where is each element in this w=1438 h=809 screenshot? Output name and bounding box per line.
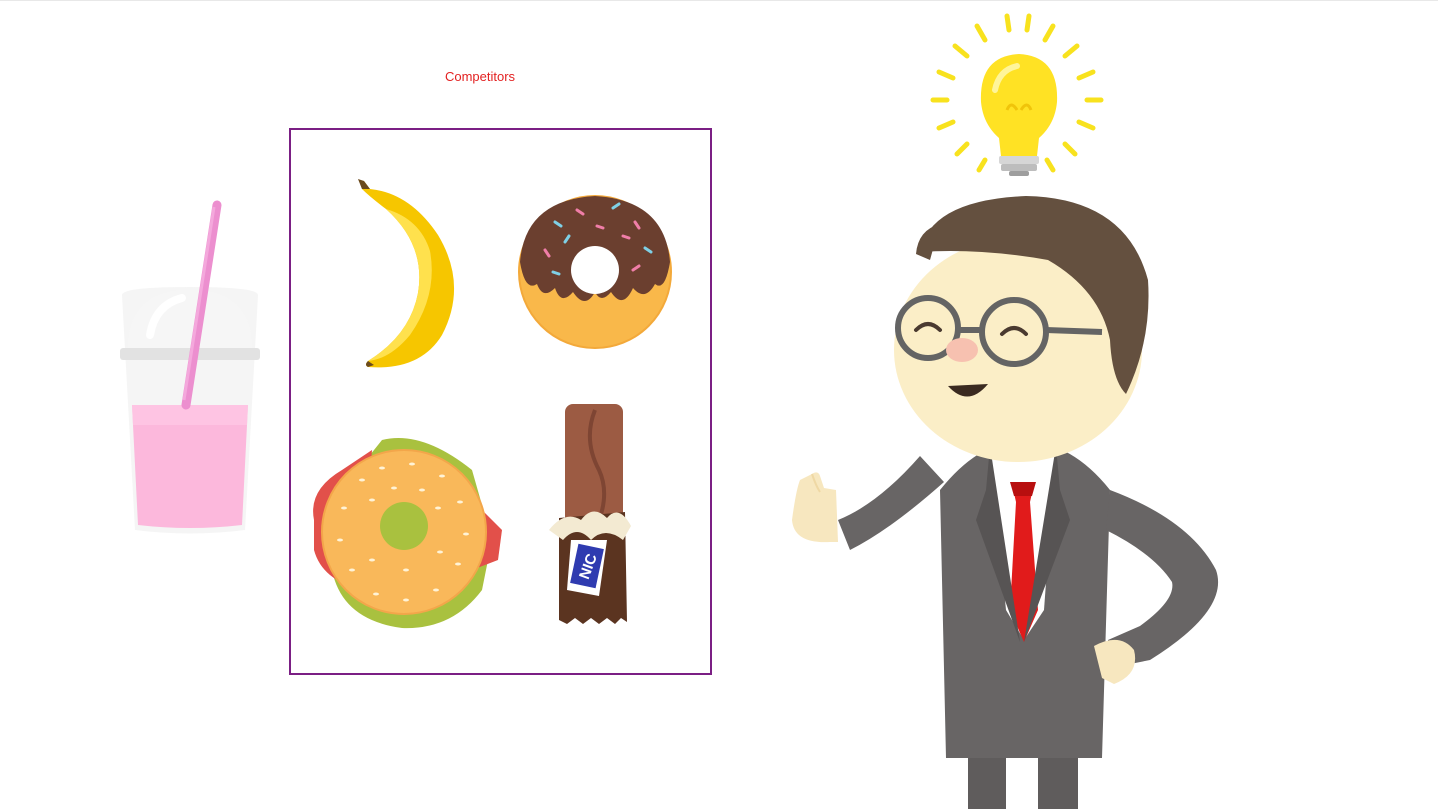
smoothie-cup-icon xyxy=(120,200,260,534)
businessman-illustration xyxy=(792,196,1219,809)
lightbulb-icon xyxy=(930,13,1104,176)
competitors-label: Competitors xyxy=(444,69,516,84)
top-divider xyxy=(0,0,1438,1)
banana-icon xyxy=(358,179,455,368)
donut-icon xyxy=(518,195,672,349)
candy-bar-icon: NIC xyxy=(549,404,631,624)
bagel-sandwich-icon xyxy=(313,438,502,629)
